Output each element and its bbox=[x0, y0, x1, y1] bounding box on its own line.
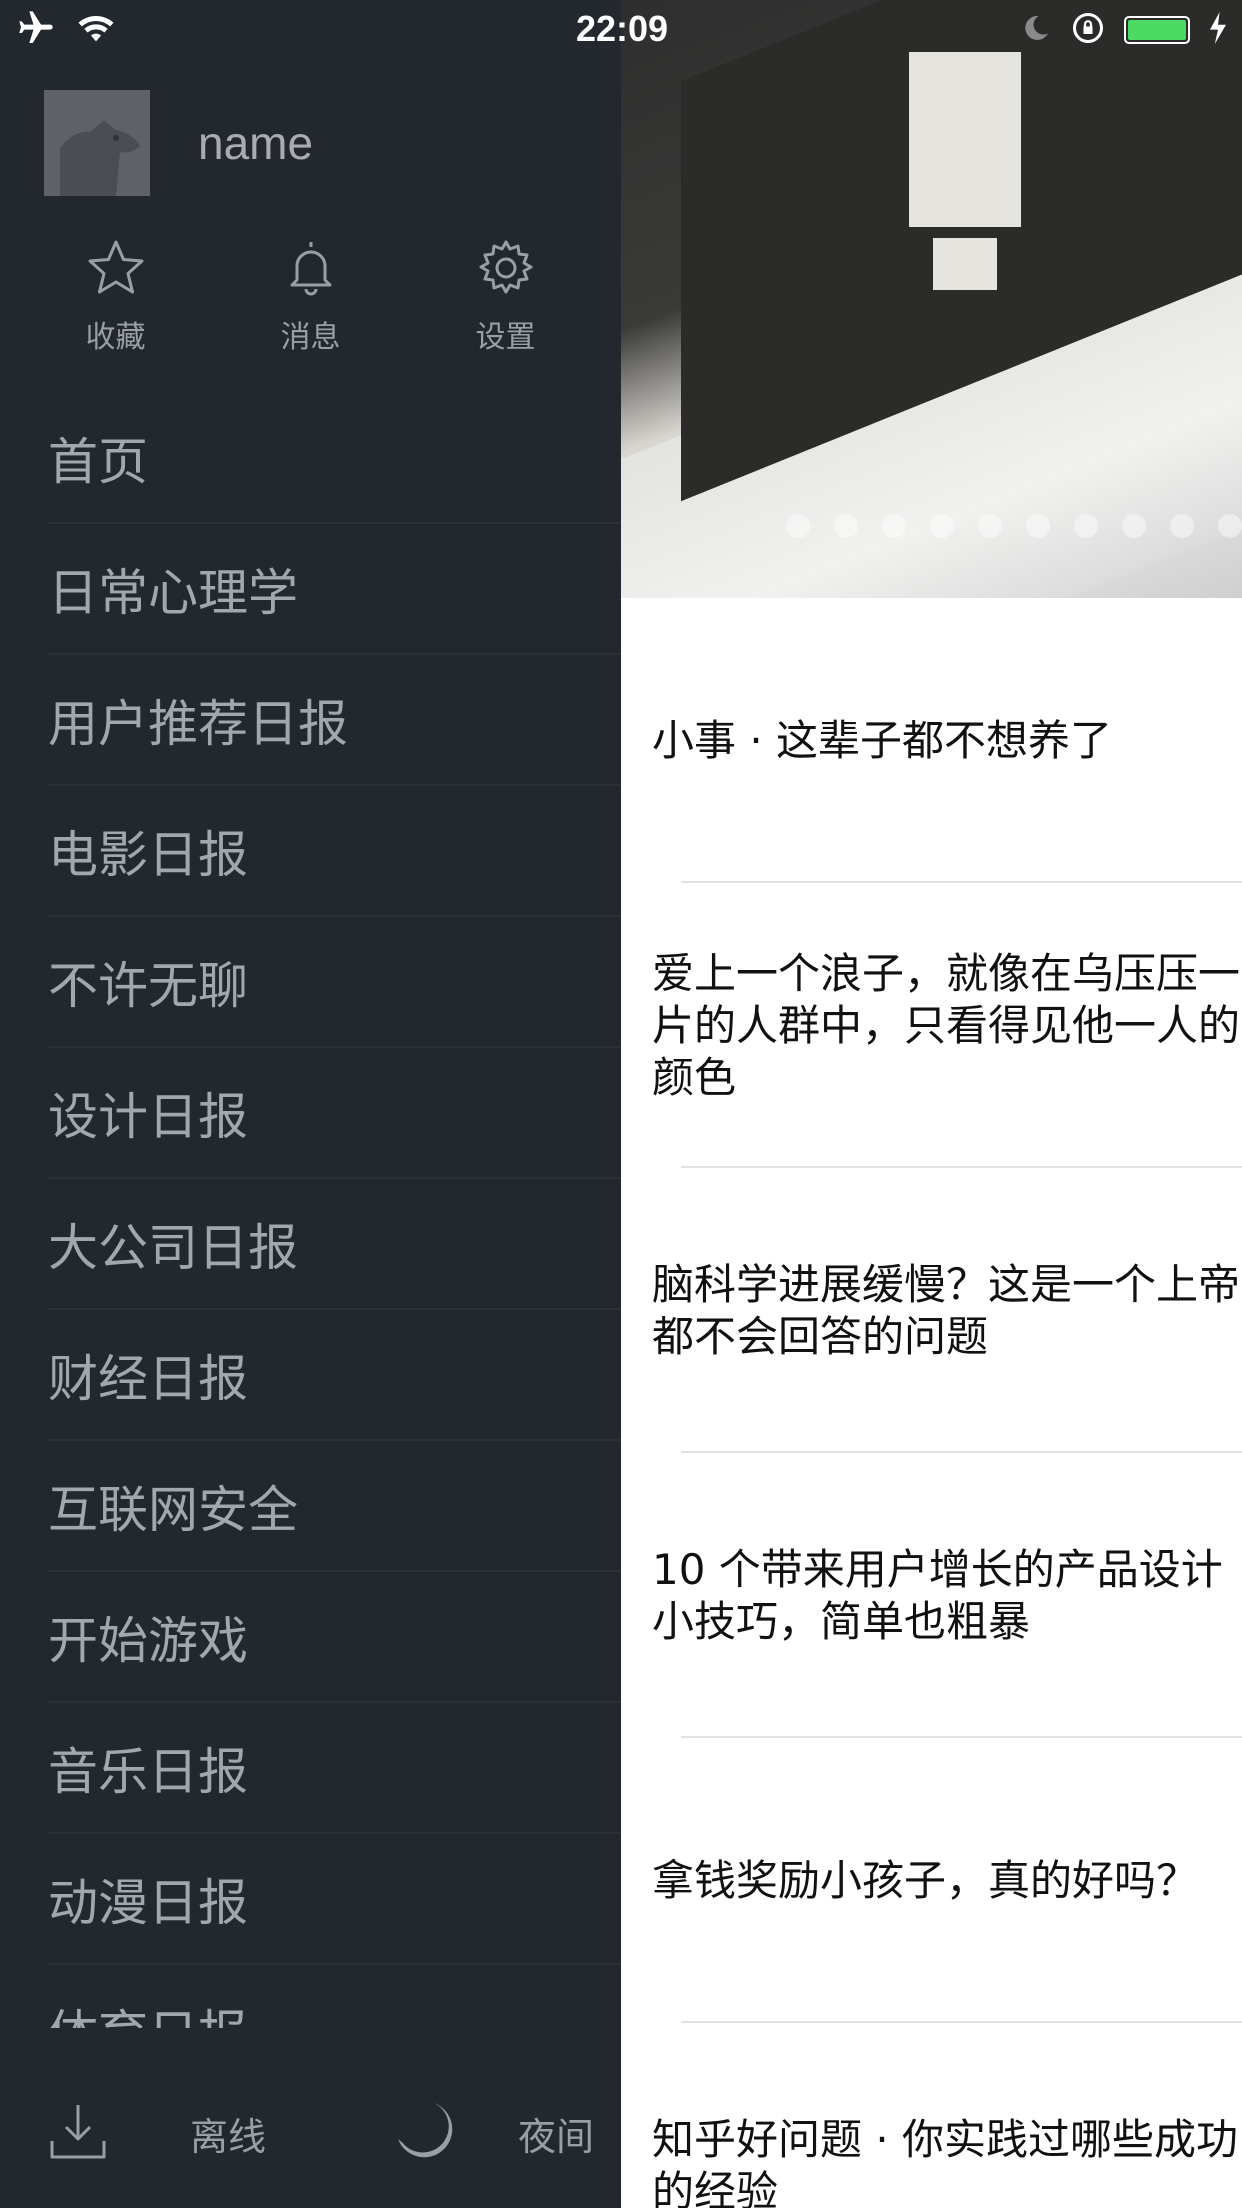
status-bar-right bbox=[1020, 8, 1228, 52]
page-dot[interactable] bbox=[834, 514, 858, 538]
drawer-footer: 离线 夜间 bbox=[0, 2058, 621, 2208]
offline-button[interactable]: 离线 bbox=[46, 2099, 266, 2167]
night-mode-label: 夜间 bbox=[518, 2114, 595, 2159]
menu-item-no-boredom[interactable]: 不许无聊 bbox=[48, 917, 621, 1048]
gear-icon bbox=[474, 236, 538, 304]
favorites-label: 收藏 bbox=[85, 320, 146, 355]
night-mode-button[interactable]: 夜间 bbox=[394, 2099, 594, 2167]
menu-item-psychology[interactable]: 日常心理学 bbox=[48, 524, 621, 655]
news-item[interactable]: 知乎好问题 · 你实践过哪些成功的经验 bbox=[621, 2023, 1242, 2208]
menu-item-internet-security[interactable]: 互联网安全 bbox=[48, 1441, 621, 1572]
messages-label: 消息 bbox=[280, 320, 341, 355]
page-dot[interactable] bbox=[930, 514, 954, 538]
banner-image-sticker bbox=[933, 238, 997, 290]
news-item[interactable]: 脑科学进展缓慢？这是一个上帝都不会回答的问题 bbox=[621, 1168, 1242, 1453]
airplane-icon bbox=[16, 8, 56, 52]
page-dot[interactable] bbox=[1122, 514, 1146, 538]
wifi-icon bbox=[76, 8, 116, 52]
page-dot[interactable] bbox=[1074, 514, 1098, 538]
status-bar-left bbox=[16, 8, 116, 52]
menu-item-anime[interactable]: 动漫日报 bbox=[48, 1834, 621, 1965]
moon-icon bbox=[394, 2099, 458, 2167]
news-item[interactable]: 小事 · 这辈子都不想养了 bbox=[621, 598, 1242, 883]
page-dot[interactable] bbox=[1170, 514, 1194, 538]
news-title[interactable]: 10 个带来用户增长的产品设计小技巧，简单也粗暴 bbox=[652, 1544, 1242, 1648]
news-title[interactable]: 脑科学进展缓慢？这是一个上帝都不会回答的问题 bbox=[652, 1259, 1242, 1363]
quick-actions: 收藏 消息 设置 bbox=[0, 236, 621, 356]
menu-item-home[interactable]: 首页 bbox=[48, 393, 621, 524]
battery-icon bbox=[1124, 16, 1190, 44]
main-content: 小事 · 这辈子都不想养了 爱上一个浪子，就像在乌压压一片的人群中，只看得见他一… bbox=[621, 0, 1242, 2208]
side-drawer: name 收藏 消息 设置 首页 日常心理学 用户推荐日报 电影日报 不许无聊 … bbox=[0, 0, 621, 2208]
menu-item-user-recommended[interactable]: 用户推荐日报 bbox=[48, 655, 621, 786]
menu-item-movie[interactable]: 电影日报 bbox=[48, 786, 621, 917]
rotation-lock-icon bbox=[1070, 10, 1106, 50]
download-icon bbox=[46, 2099, 110, 2167]
page-dot[interactable] bbox=[1218, 514, 1242, 538]
menu-item-music[interactable]: 音乐日报 bbox=[48, 1703, 621, 1834]
user-profile[interactable]: name bbox=[44, 90, 313, 196]
news-item[interactable]: 10 个带来用户增长的产品设计小技巧，简单也粗暴 bbox=[621, 1453, 1242, 1738]
page-dot[interactable] bbox=[786, 514, 810, 538]
menu-item-sports[interactable]: 体育日报 bbox=[48, 1965, 621, 2029]
bell-icon bbox=[279, 236, 343, 304]
page-dot[interactable] bbox=[978, 514, 1002, 538]
settings-label: 设置 bbox=[475, 320, 536, 355]
news-title[interactable]: 小事 · 这辈子都不想养了 bbox=[652, 715, 1242, 767]
news-item[interactable]: 爱上一个浪子，就像在乌压压一片的人群中，只看得见他一人的颜色 bbox=[621, 883, 1242, 1168]
favorites-button[interactable]: 收藏 bbox=[18, 236, 213, 356]
news-list: 小事 · 这辈子都不想养了 爱上一个浪子，就像在乌压压一片的人群中，只看得见他一… bbox=[621, 598, 1242, 2208]
menu-item-big-company[interactable]: 大公司日报 bbox=[48, 1179, 621, 1310]
news-item[interactable]: 拿钱奖励小孩子，真的好吗？ bbox=[621, 1738, 1242, 2023]
news-title[interactable]: 爱上一个浪子，就像在乌压压一片的人群中，只看得见他一人的颜色 bbox=[652, 948, 1242, 1104]
charging-icon bbox=[1208, 12, 1228, 48]
moon-icon bbox=[1020, 12, 1052, 48]
settings-button[interactable]: 设置 bbox=[408, 236, 603, 356]
menu-item-finance[interactable]: 财经日报 bbox=[48, 1310, 621, 1441]
menu-item-design[interactable]: 设计日报 bbox=[48, 1048, 621, 1179]
page-dot[interactable] bbox=[882, 514, 906, 538]
news-title[interactable]: 知乎好问题 · 你实践过哪些成功的经验 bbox=[652, 2114, 1242, 2208]
profile-name[interactable]: name bbox=[198, 116, 313, 170]
banner-page-indicator[interactable] bbox=[786, 514, 1242, 538]
page-dot[interactable] bbox=[1026, 514, 1050, 538]
offline-label: 离线 bbox=[190, 2114, 267, 2159]
status-time: 22:09 bbox=[576, 8, 669, 49]
menu-item-games[interactable]: 开始游戏 bbox=[48, 1572, 621, 1703]
top-story-banner[interactable] bbox=[621, 0, 1242, 598]
avatar[interactable] bbox=[44, 90, 150, 196]
news-title[interactable]: 拿钱奖励小孩子，真的好吗？ bbox=[652, 1855, 1242, 1907]
app-screen: name 收藏 消息 设置 首页 日常心理学 用户推荐日报 电影日报 不许无聊 … bbox=[0, 0, 1242, 2208]
messages-button[interactable]: 消息 bbox=[213, 236, 408, 356]
banner-image-sticker bbox=[909, 52, 1021, 227]
channel-menu: 首页 日常心理学 用户推荐日报 电影日报 不许无聊 设计日报 大公司日报 财经日… bbox=[0, 393, 621, 2028]
star-icon bbox=[84, 236, 148, 304]
